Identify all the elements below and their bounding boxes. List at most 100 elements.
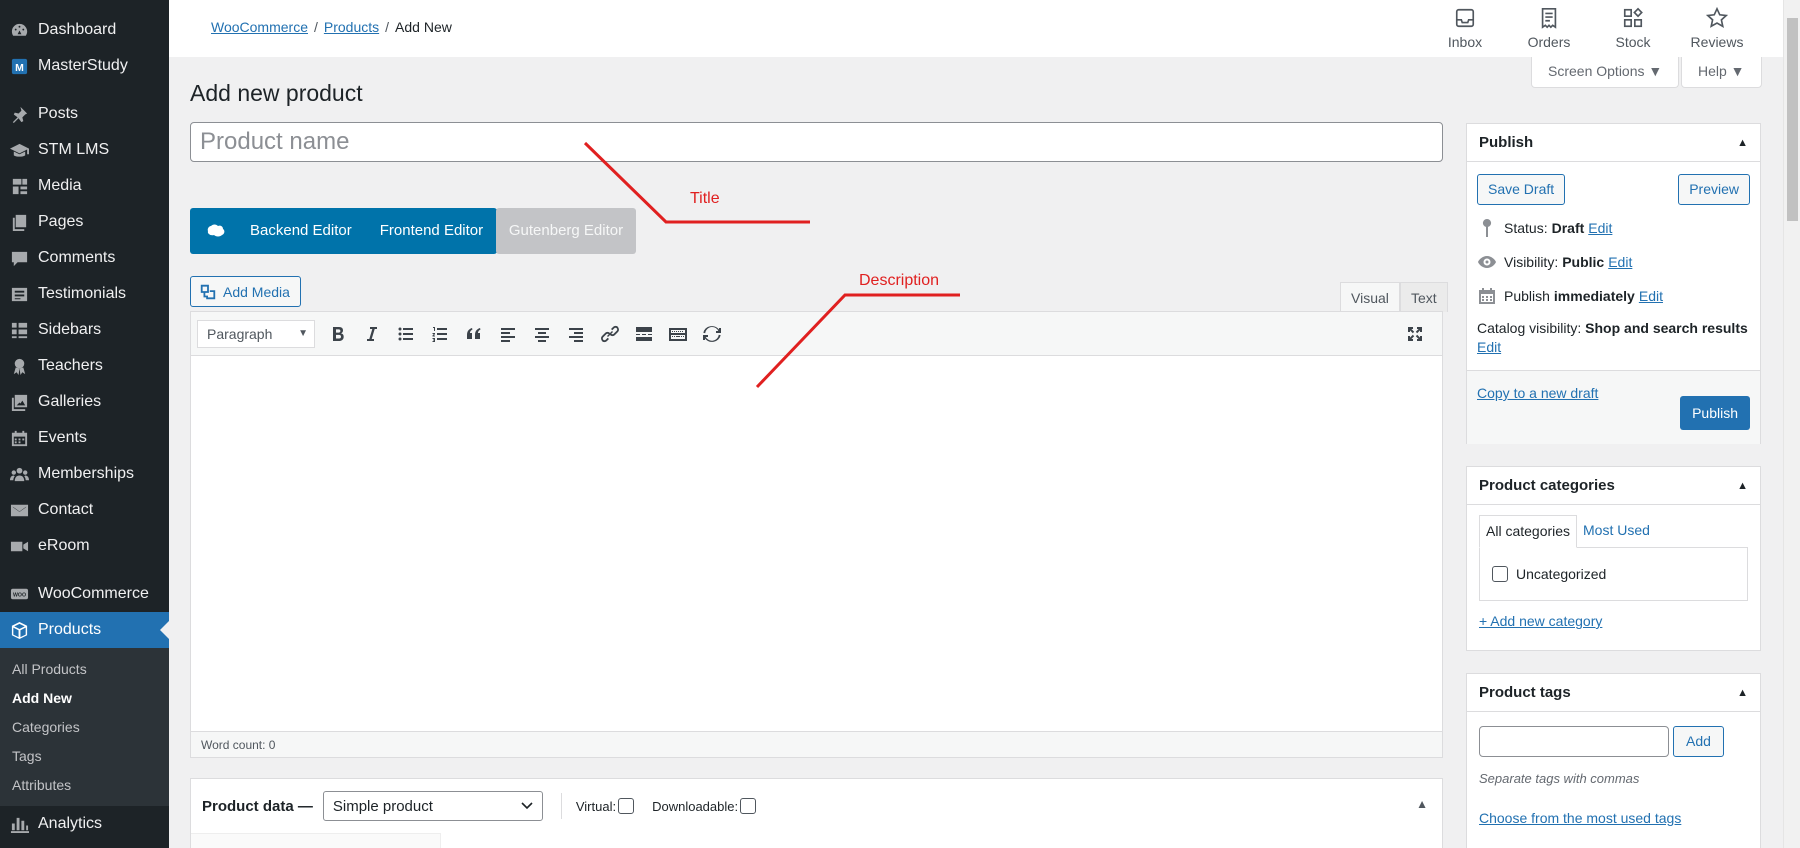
sidebar-item-teachers[interactable]: Teachers: [0, 348, 169, 384]
sidebar-item-label: MasterStudy: [38, 57, 128, 74]
scrollbar-thumb[interactable]: [1787, 18, 1798, 221]
tab-most-used[interactable]: Most Used: [1583, 522, 1650, 538]
page-scrollbar[interactable]: [1783, 0, 1800, 848]
sidebar-item-events[interactable]: Events: [0, 420, 169, 456]
submenu-attributes[interactable]: Attributes: [0, 771, 169, 800]
sidebar-item-dashboard[interactable]: Dashboard: [0, 12, 169, 48]
frontend-editor-button[interactable]: Frontend Editor: [366, 208, 497, 254]
copy-to-draft-link[interactable]: Copy to a new draft: [1477, 385, 1598, 401]
numbered-list-button[interactable]: [423, 319, 457, 349]
choose-most-used-tags-link[interactable]: Choose from the most used tags: [1479, 810, 1748, 826]
help-tab[interactable]: Help ▼: [1681, 57, 1762, 88]
submenu-all-products[interactable]: All Products: [0, 655, 169, 684]
bold-icon: [333, 326, 344, 341]
align-center-button[interactable]: [525, 319, 559, 349]
description-editor: Paragraph ▼ Word count: 0: [190, 311, 1443, 758]
collapse-arrow-icon[interactable]: ▲: [1416, 797, 1428, 811]
topnav-label: Stock: [1615, 34, 1651, 50]
sidebar-item-testimonials[interactable]: Testimonials: [0, 276, 169, 312]
topnav-stock[interactable]: Stock: [1591, 0, 1675, 57]
sidebar-item-contact[interactable]: Contact: [0, 492, 169, 528]
breadcrumb-products-link[interactable]: Products: [324, 19, 379, 35]
product-name-input[interactable]: [190, 122, 1443, 162]
editor-content-area[interactable]: [191, 356, 1442, 732]
sidebar-item-stm-lms[interactable]: STM LMS: [0, 132, 169, 168]
align-center-icon: [535, 327, 549, 342]
screen-options-tab[interactable]: Screen Options ▼: [1531, 57, 1680, 88]
align-right-button[interactable]: [559, 319, 593, 349]
tab-visual[interactable]: Visual: [1340, 282, 1400, 312]
bulleted-list-button[interactable]: [389, 319, 423, 349]
categories-box-header[interactable]: Product categories ▲: [1467, 467, 1760, 505]
product-type-value: Simple product: [332, 797, 433, 815]
blockquote-button[interactable]: [457, 319, 491, 349]
undo-redo-button[interactable]: [695, 319, 729, 349]
publish-button[interactable]: Publish: [1680, 396, 1750, 430]
collapse-arrow-icon[interactable]: ▲: [1737, 687, 1748, 699]
sidebar-item-label: Dashboard: [38, 21, 117, 38]
sidebar-item-memberships[interactable]: Memberships: [0, 456, 169, 492]
sidebar-item-posts[interactable]: Posts: [0, 96, 169, 132]
add-new-category-link[interactable]: + Add new category: [1479, 613, 1748, 629]
collapse-arrow-icon[interactable]: ▲: [1737, 137, 1748, 149]
catalog-visibility-edit-link[interactable]: Edit: [1477, 339, 1501, 355]
bold-button[interactable]: [321, 319, 355, 349]
page-title: Add new product: [190, 80, 363, 106]
italic-button[interactable]: [355, 319, 389, 349]
format-select[interactable]: Paragraph ▼: [197, 319, 315, 348]
topnav-orders[interactable]: Orders: [1507, 0, 1591, 57]
sidebar-item-media[interactable]: Media: [0, 168, 169, 204]
divider: [560, 793, 562, 819]
format-select-value: Paragraph: [207, 325, 273, 342]
fullscreen-button[interactable]: [1398, 319, 1432, 349]
downloadable-checkbox[interactable]: [740, 798, 757, 814]
backend-editor-button[interactable]: Backend Editor: [236, 208, 366, 254]
description-annotation-label: Description: [859, 272, 940, 289]
preview-button[interactable]: Preview: [1678, 174, 1750, 205]
add-media-button[interactable]: Add Media: [190, 276, 301, 307]
virtual-checkbox[interactable]: [618, 798, 635, 814]
box-icon: [9, 620, 29, 640]
tag-input[interactable]: [1479, 726, 1669, 757]
read-more-icon: [636, 326, 652, 341]
tab-text[interactable]: Text: [1400, 282, 1448, 312]
sidebar-item-analytics[interactable]: Analytics: [0, 806, 169, 842]
add-tag-button[interactable]: Add: [1673, 726, 1724, 757]
tab-all-categories[interactable]: All categories: [1479, 515, 1578, 548]
sidebar-item-galleries[interactable]: Galleries: [0, 384, 169, 420]
breadcrumb-woocommerce-link[interactable]: WooCommerce: [211, 19, 308, 35]
link-button[interactable]: [593, 319, 627, 349]
topnav-reviews[interactable]: Reviews: [1675, 0, 1759, 57]
uncategorized-checkbox[interactable]: [1492, 566, 1508, 582]
sidebar-item-comments[interactable]: Comments: [0, 240, 169, 276]
publish-box-header[interactable]: Publish ▲: [1467, 124, 1760, 162]
publish-box-title: Publish: [1479, 134, 1534, 151]
read-more-button[interactable]: [627, 319, 661, 349]
product-type-select[interactable]: Simple product: [322, 791, 543, 821]
masterstudy-icon: M: [9, 56, 29, 76]
sidebar-item-products[interactable]: Products: [0, 612, 169, 648]
tags-add-row: Add: [1479, 726, 1750, 757]
topnav-inbox[interactable]: Inbox: [1423, 0, 1507, 57]
sidebar-item-woocommerce[interactable]: WOO WooCommerce: [0, 576, 169, 612]
chevron-down-icon: ▼: [298, 328, 308, 339]
align-left-button[interactable]: [491, 319, 525, 349]
sidebar-item-sidebars[interactable]: Sidebars: [0, 312, 169, 348]
submenu-add-new[interactable]: Add New: [0, 684, 169, 713]
tags-box-header[interactable]: Product tags ▲: [1467, 674, 1760, 712]
collapse-arrow-icon[interactable]: ▲: [1737, 480, 1748, 492]
save-draft-button[interactable]: Save Draft: [1477, 174, 1566, 205]
submenu-tags[interactable]: Tags: [0, 742, 169, 771]
sidebar-item-eroom[interactable]: eRoom: [0, 528, 169, 564]
svg-text:M: M: [15, 62, 24, 73]
category-label: Uncategorized: [1516, 566, 1607, 582]
product-data-box: Product data — Simple product Virtual: D…: [190, 778, 1443, 848]
publish-date-edit-link[interactable]: Edit: [1639, 288, 1663, 304]
status-edit-link[interactable]: Edit: [1588, 220, 1612, 236]
sidebar-item-masterstudy[interactable]: M MasterStudy: [0, 48, 169, 84]
submenu-categories[interactable]: Categories: [0, 713, 169, 742]
sidebar-item-pages[interactable]: Pages: [0, 204, 169, 240]
toolbar-toggle-button[interactable]: [661, 319, 695, 349]
gutenberg-editor-button[interactable]: Gutenberg Editor: [496, 208, 636, 254]
visibility-edit-link[interactable]: Edit: [1608, 254, 1632, 270]
